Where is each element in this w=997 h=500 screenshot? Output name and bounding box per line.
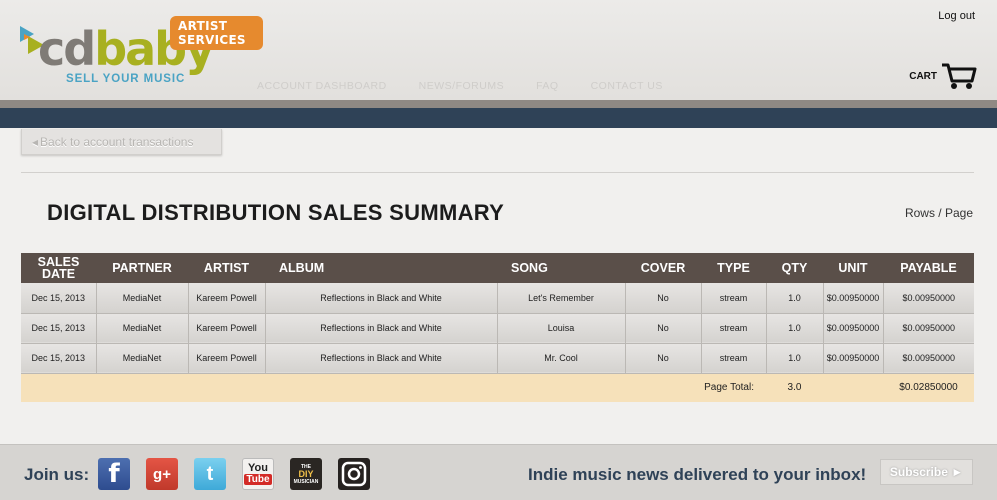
cell-cover: No [625, 283, 702, 314]
cell-cover: No [625, 313, 702, 344]
back-button-label: Back to account transactions [40, 134, 194, 149]
divider [21, 172, 974, 173]
page-total-row: Page Total: 3.0 $0.02850000 [21, 373, 974, 402]
cell-payable: $0.00950000 [883, 313, 974, 344]
col-header-partner[interactable]: PARTNER [96, 253, 188, 283]
youtube-icon[interactable]: You Tube [242, 458, 274, 490]
nav-account-dashboard[interactable]: ACCOUNT DASHBOARD [257, 80, 387, 92]
table-row: Dec 15, 2013 MediaNet Kareem Powell Refl… [21, 343, 974, 374]
table-row: Dec 15, 2013 MediaNet Kareem Powell Refl… [21, 283, 974, 314]
page-total-payable: $0.02850000 [883, 373, 974, 402]
cell-song: Mr. Cool [497, 343, 626, 374]
col-header-song[interactable]: SONG [497, 253, 625, 283]
newsletter-text: Indie music news delivered to your inbox… [528, 465, 867, 484]
twitter-icon[interactable]: t [194, 458, 226, 490]
table-header-row: SALES DATE PARTNER ARTIST ALBUM SONG COV… [21, 253, 974, 283]
cell-partner: MediaNet [96, 283, 189, 314]
cell-album: Reflections in Black and White [265, 283, 498, 314]
main-nav: ACCOUNT DASHBOARD NEWS/FORUMS FAQ CONTAC… [257, 80, 663, 92]
logout-link[interactable]: Log out [938, 10, 975, 22]
rows-per-page-control[interactable]: Rows / Page [905, 206, 973, 220]
cell-sales-date: Dec 15, 2013 [21, 313, 97, 344]
google-plus-icon[interactable]: g+ [146, 458, 178, 490]
col-header-payable[interactable]: PAYABLE [883, 253, 974, 283]
cell-type: stream [701, 283, 767, 314]
cell-qty: 1.0 [766, 283, 824, 314]
facebook-icon[interactable]: f [98, 458, 130, 490]
col-header-sales-date[interactable]: SALES DATE [21, 253, 96, 283]
cart-label: CART [909, 70, 937, 82]
cell-unit: $0.00950000 [823, 283, 884, 314]
col-header-qty[interactable]: QTY [766, 253, 823, 283]
header-stripe-gray [0, 100, 997, 108]
cell-artist: Kareem Powell [188, 313, 266, 344]
site-footer: Join us: f g+ t You Tube THE DIY MUSICIA… [0, 444, 997, 500]
join-us-label: Join us: [24, 465, 90, 484]
cdbaby-logo[interactable]: cdbaby™ ARTIST SERVICES SELL YOUR MUSIC [18, 16, 263, 86]
cell-song: Let's Remember [497, 283, 626, 314]
cart-icon [942, 63, 977, 89]
subscribe-button[interactable]: Subscribe ► [880, 459, 973, 485]
col-header-unit[interactable]: UNIT [823, 253, 883, 283]
nav-faq[interactable]: FAQ [536, 80, 559, 92]
cell-sales-date: Dec 15, 2013 [21, 283, 97, 314]
cart-link[interactable]: CART [909, 62, 977, 90]
logo-tagline: SELL YOUR MUSIC [66, 73, 186, 85]
cell-qty: 1.0 [766, 313, 824, 344]
diy-musician-icon[interactable]: THE DIY MUSICIAN [290, 458, 322, 490]
cell-payable: $0.00950000 [883, 343, 974, 374]
page-total-qty: 3.0 [766, 373, 823, 402]
cell-partner: MediaNet [96, 313, 189, 344]
back-arrow-icon: ◂ [32, 134, 39, 149]
col-header-album[interactable]: ALBUM [265, 253, 497, 283]
cell-artist: Kareem Powell [188, 283, 266, 314]
cell-partner: MediaNet [96, 343, 189, 374]
page-total-label: Page Total: [21, 373, 766, 402]
col-header-artist[interactable]: ARTIST [188, 253, 265, 283]
cell-payable: $0.00950000 [883, 283, 974, 314]
cell-album: Reflections in Black and White [265, 343, 498, 374]
cell-artist: Kareem Powell [188, 343, 266, 374]
cell-type: stream [701, 343, 767, 374]
cell-type: stream [701, 313, 767, 344]
instagram-icon[interactable] [338, 458, 370, 490]
col-header-type[interactable]: TYPE [701, 253, 766, 283]
back-to-transactions-button[interactable]: ◂ Back to account transactions [21, 129, 222, 155]
page-title: DIGITAL DISTRIBUTION SALES SUMMARY [47, 200, 505, 225]
cell-unit: $0.00950000 [823, 313, 884, 344]
col-header-cover[interactable]: COVER [625, 253, 701, 283]
table-row: Dec 15, 2013 MediaNet Kareem Powell Refl… [21, 313, 974, 344]
cell-album: Reflections in Black and White [265, 313, 498, 344]
cell-song: Louisa [497, 313, 626, 344]
site-header: cdbaby™ ARTIST SERVICES SELL YOUR MUSIC … [0, 0, 997, 100]
nav-news-forums[interactable]: NEWS/FORUMS [419, 80, 504, 92]
header-stripe-navy [0, 108, 997, 128]
nav-contact-us[interactable]: CONTACT US [591, 80, 663, 92]
cell-cover: No [625, 343, 702, 374]
sales-table: SALES DATE PARTNER ARTIST ALBUM SONG COV… [21, 253, 974, 402]
artist-services-badge: ARTIST SERVICES [170, 16, 263, 50]
cell-unit: $0.00950000 [823, 343, 884, 374]
cell-qty: 1.0 [766, 343, 824, 374]
page-total-spacer [823, 373, 883, 402]
cell-sales-date: Dec 15, 2013 [21, 343, 97, 374]
